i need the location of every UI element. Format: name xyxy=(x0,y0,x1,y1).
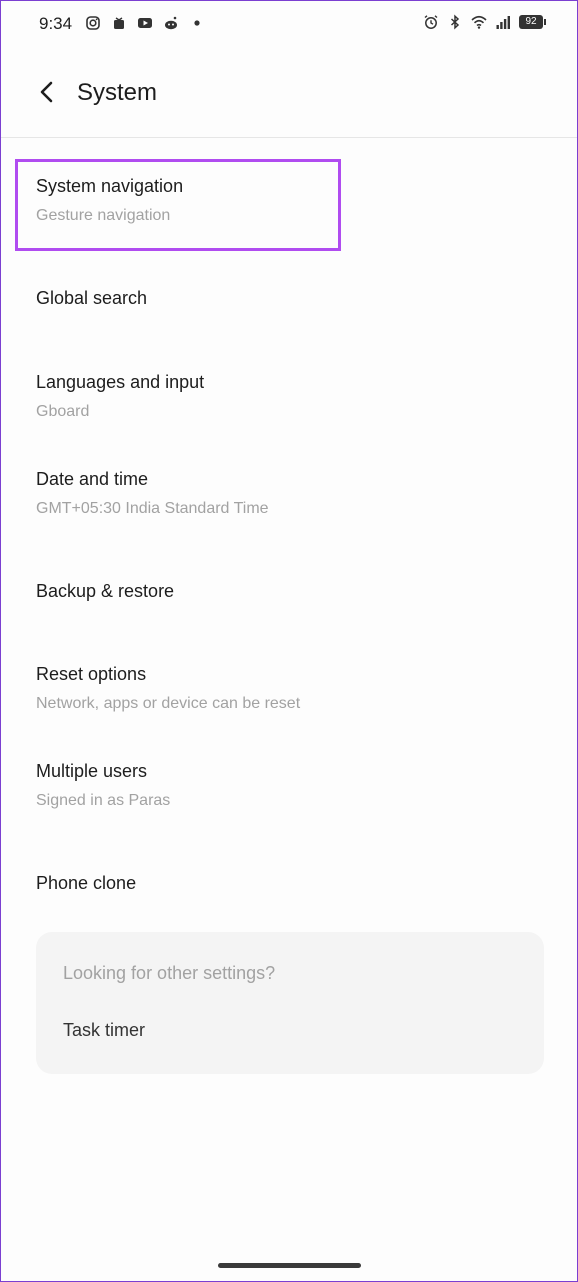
chevron-left-icon[interactable] xyxy=(31,75,65,109)
item-subtitle: Gboard xyxy=(36,403,90,420)
wifi-icon xyxy=(471,15,487,29)
item-subtitle: Gesture navigation xyxy=(36,207,171,224)
youtube-icon xyxy=(138,18,152,28)
task-timer-link[interactable]: Task timer xyxy=(63,1020,145,1041)
item-title: Date and time xyxy=(36,469,149,489)
suggestions-header: Looking for other settings? xyxy=(63,963,276,983)
status-right-icons: 92 xyxy=(423,14,546,30)
notification-icon xyxy=(114,17,124,29)
item-title: System navigation xyxy=(36,176,184,196)
item-title: Backup & restore xyxy=(36,581,175,601)
bluetooth-icon xyxy=(450,14,460,30)
item-subtitle: GMT+05:30 India Standard Time xyxy=(36,500,269,517)
signal-icon xyxy=(496,16,510,29)
reddit-icon xyxy=(165,16,177,30)
item-subtitle: Signed in as Paras xyxy=(36,792,171,809)
status-time: 9:34 xyxy=(39,14,73,33)
settings-item-date-and-time[interactable]: Date and time GMT+05:30 India Standard T… xyxy=(36,469,269,518)
header-divider xyxy=(1,137,577,138)
settings-item-reset-options[interactable]: Reset options Network, apps or device ca… xyxy=(36,664,300,713)
battery-indicator: 92 xyxy=(519,15,546,29)
item-title: Global search xyxy=(36,288,148,308)
alarm-icon xyxy=(424,15,438,29)
settings-item-languages-and-input[interactable]: Languages and input Gboard xyxy=(36,372,204,421)
status-bar: 9:34 92 xyxy=(1,1,577,47)
instagram-icon xyxy=(86,16,100,30)
settings-item-system-navigation[interactable]: System navigation Gesture navigation xyxy=(36,176,183,225)
item-title: Languages and input xyxy=(36,372,205,392)
settings-item-multiple-users[interactable]: Multiple users Signed in as Paras xyxy=(36,761,170,810)
item-subtitle: Network, apps or device can be reset xyxy=(36,695,301,712)
item-title: Reset options xyxy=(36,664,147,684)
suggestions-card: Looking for other settings? Task timer xyxy=(36,932,544,1074)
settings-item-backup-restore[interactable]: Backup & restore xyxy=(36,581,174,602)
settings-item-global-search[interactable]: Global search xyxy=(36,288,147,309)
status-left-icons xyxy=(85,15,205,31)
dot-icon xyxy=(194,20,200,26)
home-indicator[interactable] xyxy=(218,1263,361,1268)
settings-item-phone-clone[interactable]: Phone clone xyxy=(36,873,136,894)
item-title: Multiple users xyxy=(36,761,148,781)
app-bar: System xyxy=(1,61,577,125)
item-title: Phone clone xyxy=(36,873,137,893)
page-title: System xyxy=(77,79,158,106)
